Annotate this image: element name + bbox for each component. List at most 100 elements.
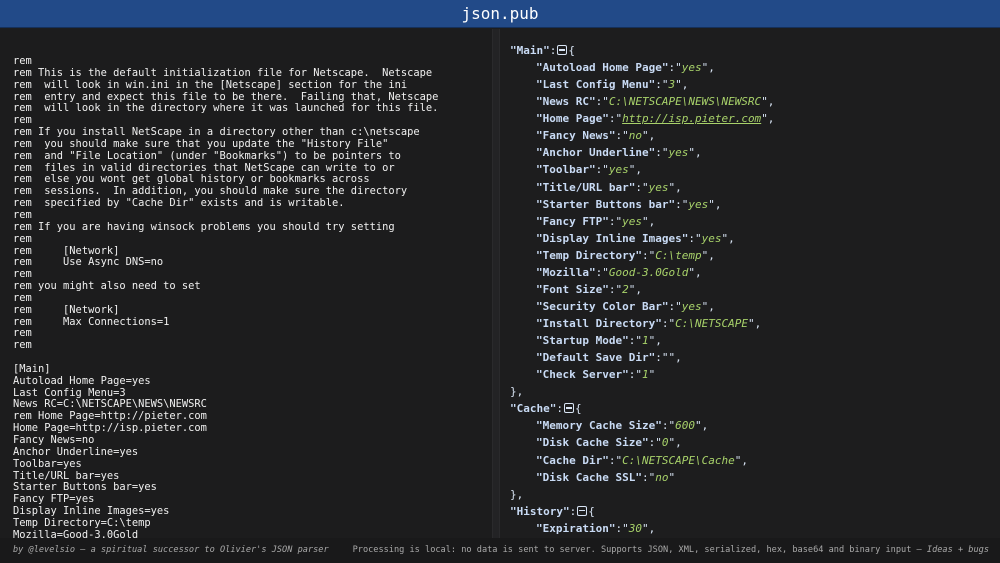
ideas-bugs-link[interactable]: Ideas + bugs	[927, 545, 989, 555]
json-tree: "Main":{"Autoload Home Page":"yes", "Last…	[510, 42, 774, 537]
json-punct: ",	[668, 351, 682, 365]
json-colon: :"	[655, 78, 669, 92]
json-colon: :"	[608, 214, 623, 228]
json-key: "Main"	[510, 44, 550, 57]
json-value: http://isp.pieter.com	[622, 112, 761, 125]
json-entry: "Fancy FTP":"yes",	[510, 213, 774, 230]
json-value: yes	[648, 180, 669, 194]
json-key: "Toolbar"	[536, 163, 596, 177]
json-key: "Font Size"	[536, 282, 609, 296]
json-punct: ",	[761, 112, 775, 126]
json-key: "Default Save Dir"	[536, 351, 656, 365]
json-value: 30	[628, 521, 642, 535]
json-punct: "	[648, 368, 656, 382]
json-punct: ",	[668, 436, 682, 450]
json-value: yes	[668, 146, 689, 160]
json-key: "Fancy FTP"	[536, 214, 609, 228]
json-entry: "Toolbar":"yes",	[510, 161, 774, 178]
json-punct: ",	[648, 334, 662, 348]
json-punct: ",	[701, 248, 715, 262]
json-colon: :"	[608, 112, 623, 126]
json-entry: "Starter Buttons bar":"yes",	[510, 196, 774, 213]
json-key: "History"	[510, 504, 570, 518]
json-punct: ",	[668, 180, 682, 194]
json-key: "Title/URL bar"	[536, 180, 636, 194]
json-entry: "Font Size":"2",	[510, 281, 774, 298]
json-entry: "Expiration":"30",	[510, 520, 774, 537]
footer-info: Processing is local: no data is sent to …	[353, 538, 989, 563]
json-link[interactable]: http://isp.pieter.com	[622, 112, 761, 125]
json-entry: "Anchor Underline":"yes",	[510, 144, 774, 161]
app-title: json.pub	[461, 4, 539, 23]
json-punct: ",	[628, 282, 642, 296]
json-key: "Autoload Home Page"	[536, 61, 669, 75]
json-colon: :"	[595, 265, 609, 279]
json-punct: ",	[747, 317, 762, 330]
json-value: 1	[641, 334, 649, 348]
collapse-toggle-icon[interactable]	[557, 45, 568, 55]
json-value: yes	[701, 231, 722, 245]
json-close-brace: },	[510, 385, 524, 399]
json-key: "Cache"	[510, 402, 557, 416]
json-entry: "Default Save Dir":"",	[510, 349, 774, 366]
json-punct: ",	[675, 78, 689, 92]
input-panel[interactable]: rem rem This is the default initializati…	[0, 29, 492, 538]
json-key: "Check Server"	[536, 368, 629, 382]
json-close-brace: },	[510, 487, 524, 501]
json-punct: ",	[701, 61, 715, 75]
json-key: "Disk Cache Size"	[536, 436, 649, 450]
json-value: C:\temp	[655, 248, 702, 262]
json-value: yes	[622, 214, 642, 228]
json-entry: "Security Color Bar":"yes",	[510, 298, 774, 315]
json-entry: "Last Config Menu":"3",	[510, 76, 774, 93]
json-value: Good-3.0Gold	[608, 265, 689, 279]
json-colon: :"	[668, 61, 682, 75]
json-entry: "Display Inline Images":"yes",	[510, 230, 774, 247]
json-punct: ",	[688, 146, 702, 160]
json-punct: ",	[761, 95, 775, 109]
json-key: "Memory Cache Size"	[536, 419, 662, 433]
json-value: C:\NETSCAPE\NEWS\NEWSRC	[608, 95, 762, 109]
json-entry: "Mozilla":"Good-3.0Gold",	[510, 264, 774, 281]
json-entry: "Disk Cache SSL":"no"	[510, 469, 774, 486]
json-section-line: "Main": {	[510, 42, 774, 59]
json-entry: "Title/URL bar":"yes",	[510, 179, 774, 196]
json-entry: "Memory Cache Size":"600",	[510, 417, 774, 434]
json-key: "Anchor Underline"	[536, 146, 656, 160]
info-text: Processing is local: no data is sent to …	[352, 545, 927, 555]
json-colon: :"	[608, 453, 623, 467]
collapse-toggle-icon[interactable]	[577, 505, 588, 516]
json-value: 2	[622, 282, 629, 296]
json-key: "Last Config Menu"	[536, 78, 656, 92]
json-entry: "News RC":"C:\NETSCAPE\NEWS\NEWSRC",	[510, 93, 774, 110]
footer-credit: by @levelsio — a spiritual successor to …	[13, 538, 329, 563]
credit-text: by @levelsio — a spiritual successor to	[13, 545, 220, 555]
json-colon: :"	[635, 180, 649, 194]
json-colon: :"	[641, 470, 656, 484]
json-key: "Install Directory"	[536, 317, 662, 330]
json-colon: :"	[675, 197, 689, 211]
json-colon: :"	[628, 368, 642, 382]
json-key: "Security Color Bar"	[536, 299, 669, 313]
json-punct: ",	[641, 214, 656, 228]
json-colon: :	[569, 504, 577, 518]
panel-resize-handle[interactable]	[492, 29, 500, 538]
json-entry: "Fancy News":"no",	[510, 127, 774, 144]
json-punct: "	[668, 470, 676, 484]
json-colon: :	[549, 44, 557, 57]
input-textarea[interactable]: rem rem This is the default initializati…	[13, 55, 438, 538]
json-section-line: "Cache": {	[510, 400, 774, 417]
json-key: "Cache Dir"	[536, 453, 609, 467]
json-section-line: "History": {	[510, 503, 774, 520]
json-punct: ",	[641, 129, 656, 143]
json-colon: :"	[615, 521, 629, 535]
json-punct: ",	[628, 163, 642, 177]
collapse-toggle-icon[interactable]	[563, 403, 574, 414]
json-entry: "Home Page":"http://isp.pieter.com",	[510, 110, 774, 127]
json-brace: {	[568, 44, 575, 57]
json-colon: :"	[648, 436, 662, 450]
json-key: "Starter Buttons bar"	[536, 197, 676, 211]
json-colon: :"	[641, 248, 656, 262]
json-key: "Temp Directory"	[536, 248, 642, 262]
parser-link[interactable]: Olivier's JSON parser	[220, 545, 329, 555]
